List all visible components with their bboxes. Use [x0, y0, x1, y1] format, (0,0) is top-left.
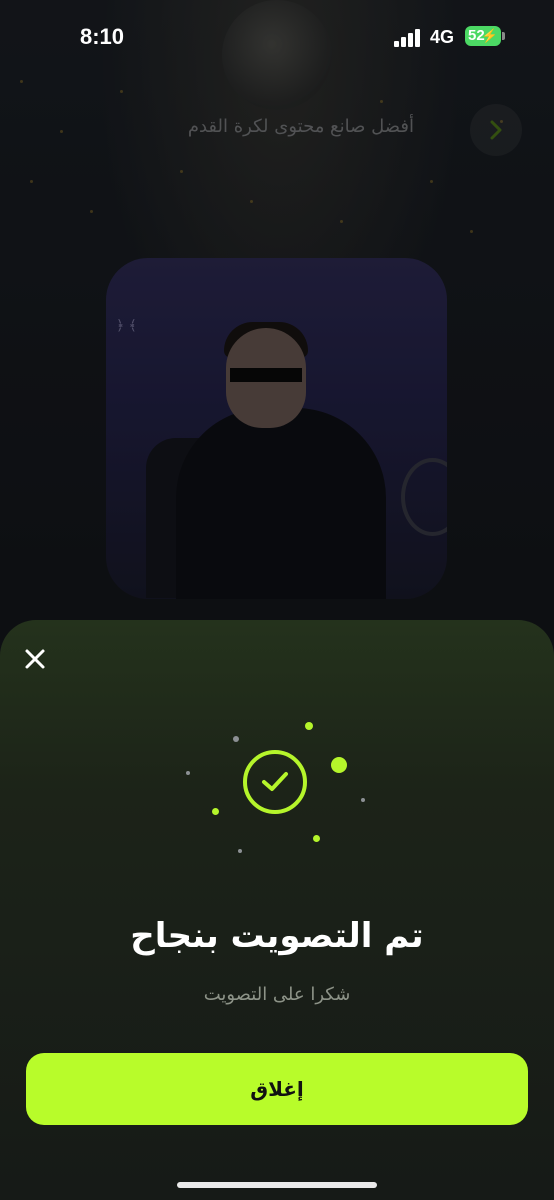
status-time: 8:10 [80, 24, 125, 49]
check-icon [262, 772, 288, 791]
confetti-dot [212, 808, 219, 815]
sheet-title: تم التصويت بنجاح [130, 916, 424, 956]
network-type: 4G [430, 27, 455, 47]
battery-icon: 52 ⚡ [465, 26, 505, 46]
close-icon [25, 649, 45, 669]
success-illustration [180, 710, 380, 870]
confetti-dot [361, 798, 365, 802]
sheet-subtitle: شكرا على التصويت [203, 984, 351, 1005]
close-button[interactable] [20, 644, 50, 674]
confetti-dot [313, 835, 320, 842]
charging-bolt-icon: ⚡ [481, 28, 498, 43]
signal-icon [394, 29, 424, 47]
confetti-dot [238, 849, 242, 853]
status-bar: 8:10 4G 52 ⚡ [0, 0, 554, 76]
confetti-dot [331, 757, 347, 773]
close-sheet-button[interactable]: إغلاق [26, 1053, 528, 1125]
check-circle-icon [243, 750, 307, 814]
home-indicator[interactable] [177, 1182, 377, 1188]
confetti-dot [186, 771, 190, 775]
confetti-dot [305, 722, 313, 730]
confetti-dot [233, 736, 239, 742]
